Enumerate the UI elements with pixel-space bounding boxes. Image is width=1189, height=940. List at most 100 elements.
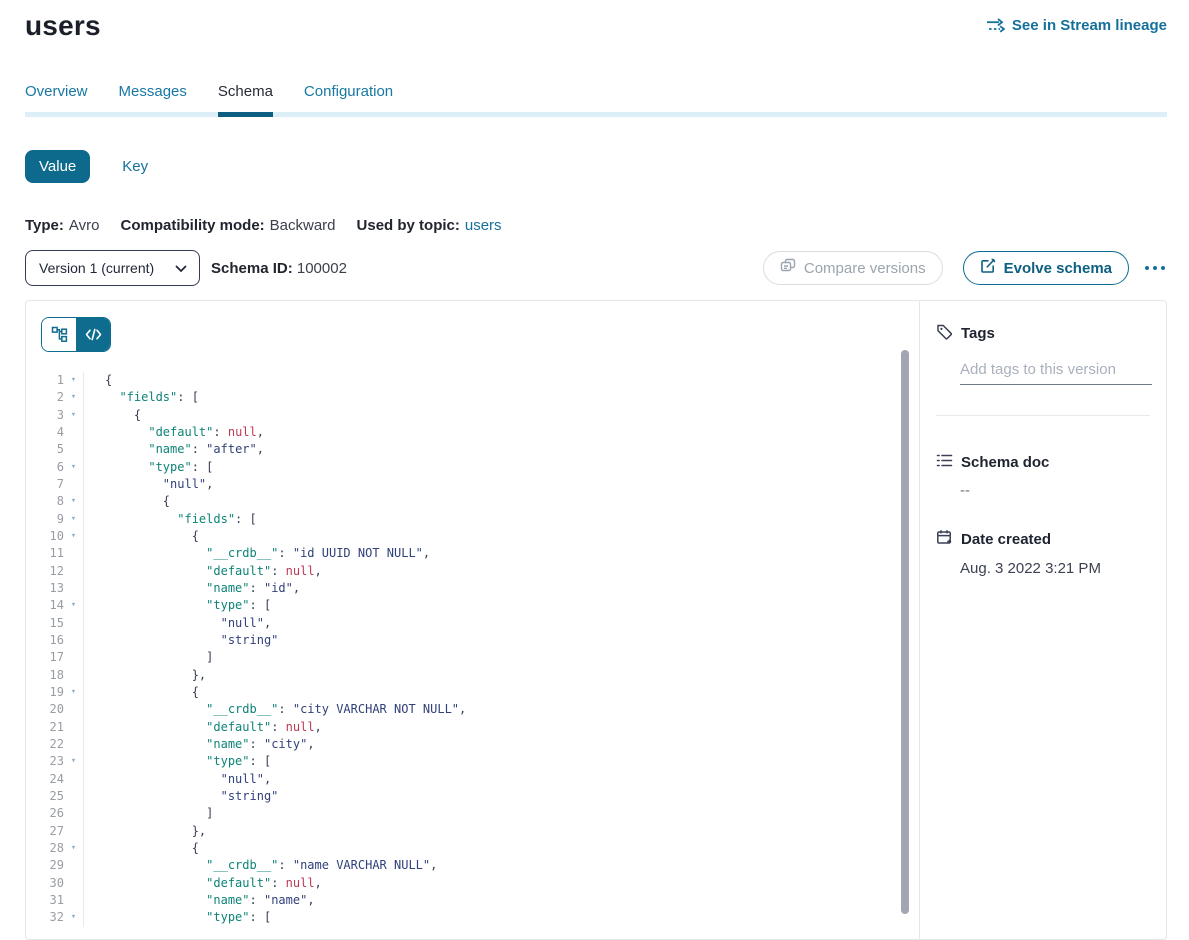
fold-toggle-icon[interactable]: ▾ <box>64 753 83 770</box>
fold-toggle-icon[interactable]: ▾ <box>64 493 83 510</box>
tab-messages[interactable]: Messages <box>119 83 187 112</box>
value-toggle-button[interactable]: Value <box>25 150 90 183</box>
code-text: { <box>84 407 141 424</box>
fold-spacer <box>64 649 83 666</box>
fold-toggle-icon[interactable]: ▾ <box>64 372 83 389</box>
code-view-button[interactable] <box>76 318 110 351</box>
tab-bar: Overview Messages Schema Configuration <box>25 83 1167 117</box>
fold-toggle-icon[interactable]: ▾ <box>64 597 83 614</box>
code-text: "name": "city", <box>84 736 315 753</box>
fold-spacer <box>64 736 83 753</box>
code-line: 24 "null", <box>26 771 919 788</box>
fold-spacer <box>64 771 83 788</box>
code-text: "string" <box>84 632 278 649</box>
topic-link[interactable]: users <box>465 217 502 234</box>
fold-toggle-icon[interactable]: ▾ <box>64 407 83 424</box>
tags-title: Tags <box>961 325 995 342</box>
fold-toggle-icon[interactable]: ▾ <box>64 684 83 701</box>
type-value: Avro <box>69 217 100 234</box>
fold-spacer <box>64 701 83 718</box>
fold-spacer <box>64 632 83 649</box>
schema-json-code: 1▾{2▾ "fields": [3▾ {4 "default": null,5… <box>26 372 919 927</box>
tag-icon <box>936 323 953 344</box>
line-number: 8 <box>26 493 64 510</box>
code-text: "default": null, <box>84 875 322 892</box>
more-options-button[interactable] <box>1143 260 1167 276</box>
schema-sidebar: Tags Schema doc -- <box>919 301 1166 939</box>
fold-spacer <box>64 892 83 909</box>
code-line: 30 "default": null, <box>26 875 919 892</box>
code-line: 20 "__crdb__": "city VARCHAR NOT NULL", <box>26 701 919 718</box>
ellipsis-icon <box>1145 266 1149 270</box>
line-number: 19 <box>26 684 64 701</box>
used-by-topic-label: Used by topic: <box>357 217 460 234</box>
code-text: ] <box>84 805 213 822</box>
line-number: 20 <box>26 701 64 718</box>
code-line: 22 "name": "city", <box>26 736 919 753</box>
code-text: "type": [ <box>84 459 213 476</box>
editor-view-toggle <box>41 317 111 352</box>
schema-id: Schema ID: 100002 <box>211 260 347 277</box>
code-text: { <box>84 528 199 545</box>
fold-toggle-icon[interactable]: ▾ <box>64 389 83 406</box>
fold-toggle-icon[interactable]: ▾ <box>64 528 83 545</box>
stream-lineage-icon <box>986 18 1005 33</box>
fold-toggle-icon[interactable]: ▾ <box>64 840 83 857</box>
code-line: 17 ] <box>26 649 919 666</box>
code-line: 31 "name": "name", <box>26 892 919 909</box>
code-line: 4 "default": null, <box>26 424 919 441</box>
stream-lineage-link[interactable]: See in Stream lineage <box>986 17 1167 34</box>
code-text: { <box>84 493 170 510</box>
line-number: 31 <box>26 892 64 909</box>
code-text: "name": "after", <box>84 441 264 458</box>
compare-versions-button[interactable]: Compare versions <box>763 251 943 285</box>
fold-toggle-icon[interactable]: ▾ <box>64 511 83 528</box>
tree-view-button[interactable] <box>42 318 76 351</box>
stream-lineage-label: See in Stream lineage <box>1012 17 1167 34</box>
fold-spacer <box>64 823 83 840</box>
key-toggle-button[interactable]: Key <box>122 158 148 175</box>
code-line: 12 "default": null, <box>26 563 919 580</box>
code-line: 3▾ { <box>26 407 919 424</box>
line-number: 17 <box>26 649 64 666</box>
code-line: 2▾ "fields": [ <box>26 389 919 406</box>
type-label: Type: <box>25 217 64 234</box>
fold-spacer <box>64 424 83 441</box>
tab-overview[interactable]: Overview <box>25 83 88 112</box>
evolve-schema-button[interactable]: Evolve schema <box>963 251 1129 285</box>
line-number: 16 <box>26 632 64 649</box>
code-text: { <box>84 840 199 857</box>
edit-schema-icon <box>980 258 996 278</box>
line-number: 3 <box>26 407 64 424</box>
line-number: 22 <box>26 736 64 753</box>
schema-meta-row: Type: Avro Compatibility mode: Backward … <box>25 217 1167 234</box>
fold-toggle-icon[interactable]: ▾ <box>64 909 83 926</box>
line-number: 14 <box>26 597 64 614</box>
code-line: 1▾{ <box>26 372 919 389</box>
fold-spacer <box>64 875 83 892</box>
editor-scrollbar[interactable] <box>901 350 909 914</box>
fold-spacer <box>64 563 83 580</box>
chevron-down-icon <box>175 260 187 276</box>
line-number: 24 <box>26 771 64 788</box>
tab-configuration[interactable]: Configuration <box>304 83 393 112</box>
add-tags-input[interactable] <box>960 361 1152 385</box>
code-line: 21 "default": null, <box>26 719 919 736</box>
line-number: 2 <box>26 389 64 406</box>
line-number: 30 <box>26 875 64 892</box>
line-number: 4 <box>26 424 64 441</box>
line-number: 10 <box>26 528 64 545</box>
fold-spacer <box>64 615 83 632</box>
fold-toggle-icon[interactable]: ▾ <box>64 459 83 476</box>
code-line: 16 "string" <box>26 632 919 649</box>
version-select[interactable]: Version 1 (current) <box>25 250 200 286</box>
line-number: 9 <box>26 511 64 528</box>
line-number: 32 <box>26 909 64 926</box>
date-created-value: Aug. 3 2022 3:21 PM <box>960 560 1150 577</box>
compatibility-value: Backward <box>270 217 336 234</box>
line-number: 11 <box>26 545 64 562</box>
tab-schema[interactable]: Schema <box>218 83 273 112</box>
doc-list-icon <box>936 453 953 472</box>
schema-id-label: Schema ID: <box>211 260 293 277</box>
code-text: "string" <box>84 788 278 805</box>
